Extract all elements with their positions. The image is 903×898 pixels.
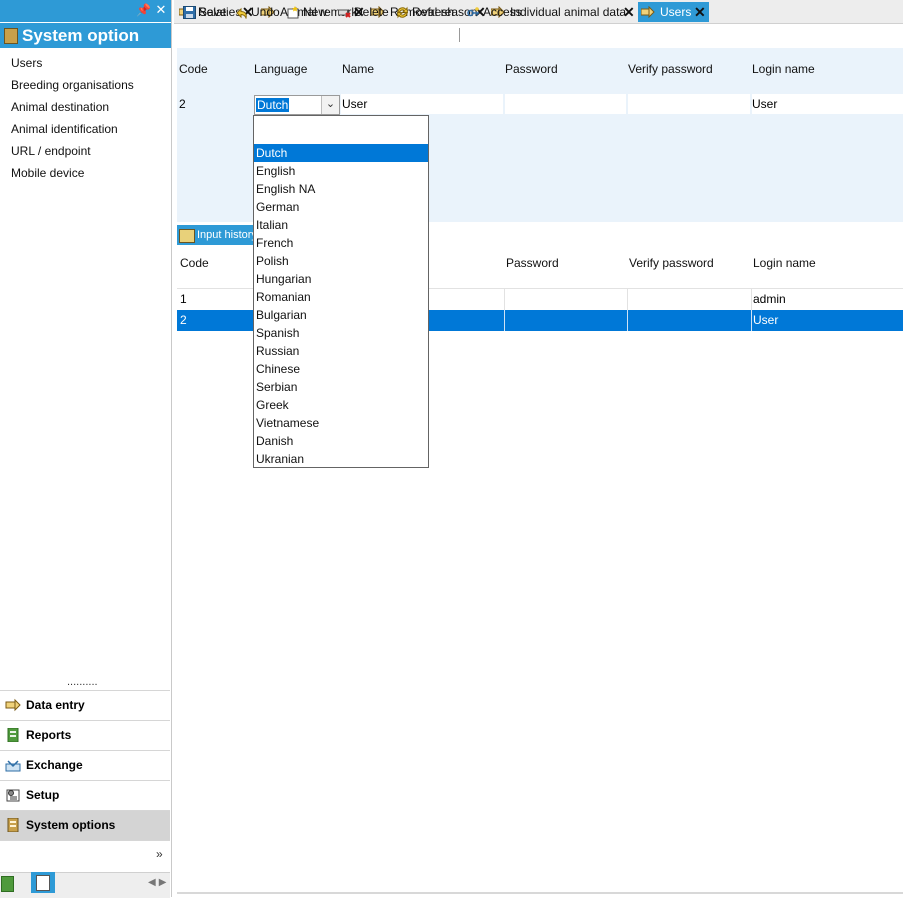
nav-item-animal-destination[interactable]: Animal destination: [11, 97, 109, 117]
delete-icon: [338, 9, 351, 18]
login-name-cell: User: [753, 313, 779, 327]
language-select[interactable]: Dutch ⌄: [254, 95, 340, 115]
form-icon: [641, 6, 655, 18]
refresh-icon: [396, 6, 409, 19]
column-header-password[interactable]: Password: [506, 256, 559, 270]
option-danish[interactable]: Danish: [254, 432, 428, 450]
login-name-value: User: [752, 97, 778, 111]
chevron-double-down-icon[interactable]: »: [156, 848, 163, 860]
language-dropdown-list: Dutch English English NA German Italian …: [253, 115, 429, 468]
column-header-password[interactable]: Password: [505, 62, 558, 76]
column-header-code[interactable]: Code: [179, 62, 208, 76]
system-options-icon: [7, 818, 19, 832]
data-entry-icon: [5, 698, 21, 712]
splitter-handle[interactable]: ..........: [67, 677, 103, 688]
save-button[interactable]: Save: [183, 4, 229, 21]
verify-password-field[interactable]: [628, 94, 750, 114]
nav-item-breeding-organisations[interactable]: Breeding organisations: [11, 75, 134, 95]
key-icon: [467, 7, 479, 17]
category-reports[interactable]: Reports: [0, 720, 170, 750]
refresh-button[interactable]: Refresh: [396, 4, 454, 21]
system-options-icon[interactable]: [31, 872, 55, 893]
login-name-cell: admin: [753, 292, 786, 306]
option-bulgarian[interactable]: Bulgarian: [254, 306, 428, 324]
undo-button[interactable]: Undo: [235, 4, 281, 21]
option-ukranian[interactable]: Ukranian: [254, 450, 428, 468]
option-spanish[interactable]: Spanish: [254, 324, 428, 342]
nav-item-mobile-device[interactable]: Mobile device: [11, 163, 84, 183]
column-header-code[interactable]: Code: [180, 256, 209, 270]
scroll-arrows-icon[interactable]: ◀▶: [148, 877, 169, 888]
close-icon[interactable]: ✕: [694, 2, 706, 22]
nav-item-url-endpoint[interactable]: URL / endpoint: [11, 141, 91, 161]
option-hungarian[interactable]: Hungarian: [254, 270, 428, 288]
undo-icon: [236, 7, 247, 19]
exchange-icon: [5, 760, 21, 772]
column-header-name[interactable]: Name: [342, 62, 374, 76]
delete-button[interactable]: Delete: [338, 4, 389, 21]
new-button[interactable]: New: [287, 4, 329, 21]
code-cell: 1: [180, 292, 187, 306]
column-header-verify-password[interactable]: Verify password: [629, 256, 714, 270]
language-value: Dutch: [256, 98, 290, 112]
bottom-border: [177, 892, 903, 894]
option-italian[interactable]: Italian: [254, 216, 428, 234]
panel-bottom-bar: [0, 872, 170, 898]
column-header-verify-password[interactable]: Verify password: [628, 62, 713, 76]
setup-icon: [6, 789, 20, 802]
chevron-down-icon[interactable]: ⌄: [321, 96, 339, 114]
password-field[interactable]: [505, 94, 626, 114]
nav-item-animal-identification[interactable]: Animal identification: [11, 119, 118, 139]
history-icon: [179, 229, 195, 243]
column-divider: [751, 310, 752, 331]
option-greek[interactable]: Greek: [254, 396, 428, 414]
language-filter-field[interactable]: [254, 116, 428, 144]
input-history-tab[interactable]: Input history: [177, 225, 257, 245]
option-polish[interactable]: Polish: [254, 252, 428, 270]
option-vietnamese[interactable]: Vietnamese: [254, 414, 428, 432]
reports-icon: [7, 728, 19, 742]
column-divider: [627, 289, 628, 310]
category-system-options[interactable]: System options: [0, 810, 170, 840]
option-romanian[interactable]: Romanian: [254, 288, 428, 306]
panel-title: System option: [0, 23, 171, 48]
nav-item-users[interactable]: Users: [11, 53, 42, 73]
option-german[interactable]: German: [254, 198, 428, 216]
close-icon[interactable]: ✕: [623, 2, 635, 22]
code-cell: 2: [180, 313, 187, 327]
pin-icon[interactable]: 📌: [136, 3, 151, 17]
name-value: User: [342, 97, 368, 111]
column-header-login-name[interactable]: Login name: [753, 256, 816, 270]
system-option-icon: [4, 28, 18, 44]
category-data-entry[interactable]: Data entry: [0, 690, 170, 720]
tab-users[interactable]: Users ✕: [638, 2, 709, 22]
code-cell[interactable]: 2: [179, 94, 186, 115]
close-icon[interactable]: ✕: [154, 3, 168, 17]
column-divider: [504, 289, 505, 310]
column-divider: [504, 310, 505, 331]
save-icon: [183, 6, 196, 19]
access-button[interactable]: Access: [467, 4, 522, 21]
column-divider: [627, 310, 628, 331]
column-header-language[interactable]: Language: [254, 62, 307, 76]
category-exchange[interactable]: Exchange: [0, 750, 170, 780]
option-chinese[interactable]: Chinese: [254, 360, 428, 378]
option-french[interactable]: French: [254, 234, 428, 252]
category-setup[interactable]: Setup: [0, 780, 170, 810]
column-divider: [751, 289, 752, 310]
option-english-na[interactable]: English NA: [254, 180, 428, 198]
column-header-login-name[interactable]: Login name: [752, 62, 815, 76]
option-dutch[interactable]: Dutch: [254, 144, 428, 162]
new-document-icon: [287, 6, 299, 19]
option-english[interactable]: English: [254, 162, 428, 180]
option-russian[interactable]: Russian: [254, 342, 428, 360]
reports-icon[interactable]: [1, 876, 14, 892]
option-serbian[interactable]: Serbian: [254, 378, 428, 396]
toolbar-separator: [459, 28, 460, 42]
category-overflow-area: [0, 840, 170, 872]
toolbar: [174, 24, 903, 48]
